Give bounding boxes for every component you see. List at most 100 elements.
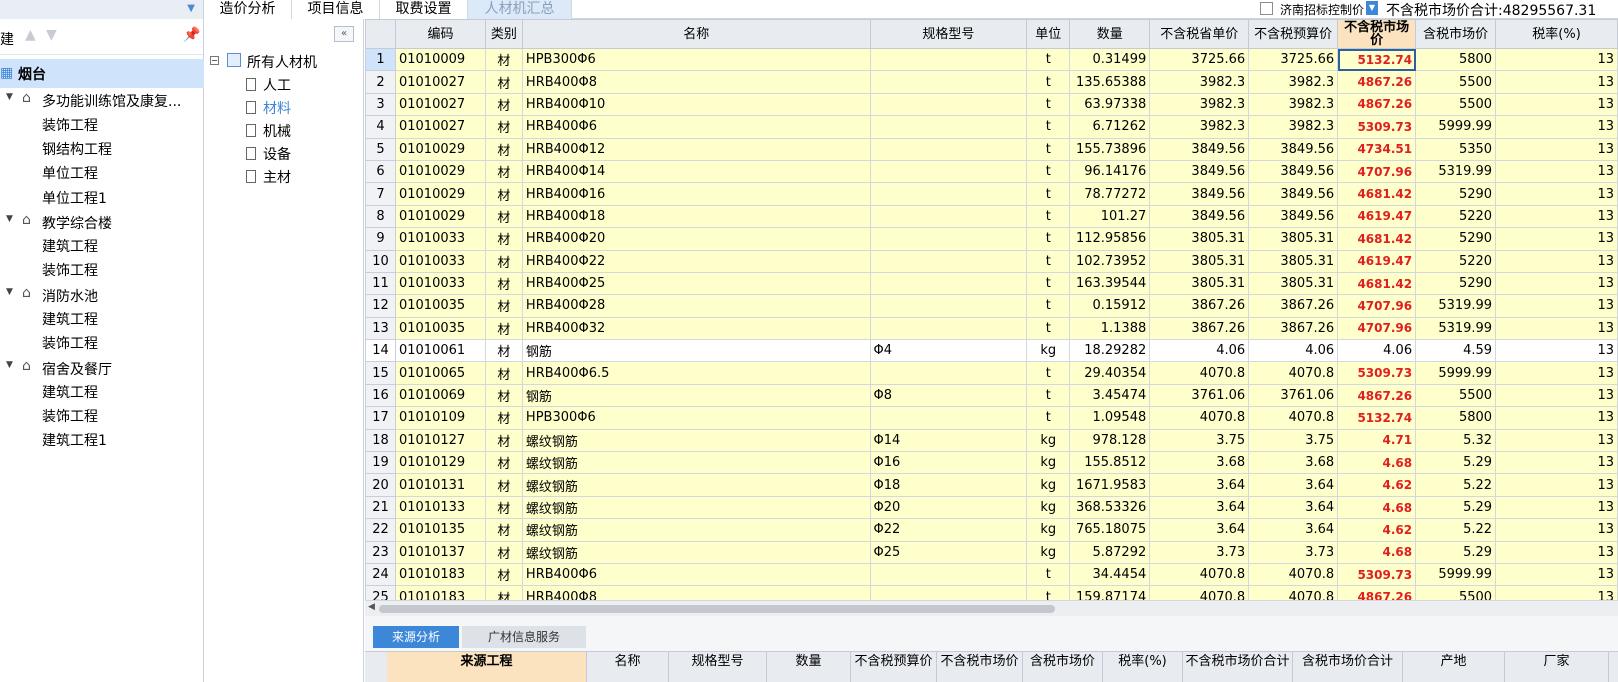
table-cell[interactable]: kg — [1026, 473, 1071, 497]
table-cell[interactable]: 材 — [484, 339, 523, 363]
row-number[interactable]: 3 — [365, 92, 396, 117]
table-cell[interactable]: 34.4454 — [1069, 562, 1151, 587]
table-row[interactable]: 24 01010183 材 HRB400Φ6 t 34.4454 4070.8 4070.8 5… — [365, 562, 1618, 587]
table-cell[interactable]: 3805.31 — [1248, 249, 1339, 273]
bottom-column-header[interactable]: 规格型号 — [669, 652, 767, 682]
table-row[interactable]: 18 01010127 材螺纹钢筋 Φ14 kg 978.128 3.75 3.75 4.71 5… — [365, 428, 1618, 453]
table-cell[interactable]: HRB400Φ25 — [521, 271, 871, 296]
column-header[interactable]: 类别 — [484, 19, 523, 49]
table-cell[interactable]: 3.64 — [1149, 518, 1250, 542]
table-cell[interactable]: 4707.96 — [1337, 159, 1417, 184]
table-cell[interactable]: 368.53326 — [1069, 495, 1151, 520]
table-cell[interactable]: 4.06 — [1248, 339, 1339, 363]
table-cell[interactable]: 5290 — [1415, 182, 1497, 206]
table-cell[interactable]: 螺纹钢筋 — [521, 495, 871, 520]
table-row[interactable]: 8 01010029 材 HRB400Φ18 t 101.27 3849.56 3849.56… — [365, 204, 1618, 229]
table-cell[interactable]: 3.68 — [1248, 451, 1339, 475]
table-cell[interactable]: 5.22 — [1415, 518, 1497, 542]
table-cell[interactable]: 3805.31 — [1149, 271, 1250, 296]
table-cell[interactable]: 13 — [1495, 339, 1618, 363]
row-number[interactable]: 18 — [365, 428, 396, 453]
column-header[interactable]: 数量 — [1069, 19, 1151, 49]
price-control-checkbox[interactable] — [1260, 2, 1273, 15]
tab-project-info[interactable]: 项目信息 — [292, 0, 380, 19]
table-cell[interactable]: kg — [1026, 518, 1071, 542]
bottom-column-header[interactable]: 不含税预算价 — [851, 652, 937, 682]
table-cell[interactable] — [869, 227, 1028, 251]
table-cell[interactable]: 3.45474 — [1069, 383, 1151, 408]
table-cell[interactable]: 63.97338 — [1069, 92, 1151, 117]
table-cell[interactable] — [869, 316, 1028, 341]
table-cell[interactable]: 155.8512 — [1069, 451, 1151, 475]
table-cell[interactable]: 01010027 — [394, 70, 486, 94]
table-cell[interactable]: 13 — [1495, 115, 1618, 139]
table-cell[interactable]: 5500 — [1415, 92, 1497, 117]
project-leaf[interactable]: 建筑工程1 — [42, 430, 107, 454]
table-cell[interactable]: t — [1026, 227, 1071, 251]
table-cell[interactable]: 4867.26 — [1337, 585, 1417, 600]
table-cell[interactable]: HRB400Φ6 — [521, 115, 871, 139]
table-cell[interactable]: 1671.9583 — [1069, 473, 1151, 497]
table-cell[interactable]: 材 — [484, 92, 523, 117]
table-cell[interactable]: 3849.56 — [1248, 204, 1339, 229]
project-leaf[interactable]: 装饰工程 — [42, 406, 98, 430]
table-cell[interactable]: 4.71 — [1337, 428, 1417, 453]
table-cell[interactable]: 5999.99 — [1415, 562, 1497, 587]
column-header[interactable]: 名称 — [521, 19, 871, 49]
bottom-column-header[interactable]: 含税市场价合计 — [1293, 652, 1403, 682]
table-cell[interactable]: 5999.99 — [1415, 115, 1497, 139]
row-number[interactable]: 21 — [365, 495, 396, 520]
table-cell[interactable]: 4681.42 — [1337, 227, 1417, 251]
table-cell[interactable]: Φ4 — [869, 339, 1028, 363]
table-cell[interactable]: 01010029 — [394, 204, 486, 229]
table-cell[interactable]: 01010133 — [394, 495, 486, 520]
table-cell[interactable]: 01010069 — [394, 383, 486, 408]
bottom-column-header[interactable]: 不含税市场价 — [937, 652, 1023, 682]
table-cell[interactable]: 3867.26 — [1149, 316, 1250, 341]
table-cell[interactable]: 4070.8 — [1248, 562, 1339, 587]
table-cell[interactable]: 螺纹钢筋 — [521, 428, 871, 453]
expand-icon[interactable]: ▼ — [6, 287, 13, 297]
table-cell[interactable]: 13 — [1495, 249, 1618, 273]
row-number[interactable]: 20 — [365, 473, 396, 497]
project-group[interactable]: ▼ ⌂ 消防水池 — [0, 284, 204, 308]
table-cell[interactable]: 13 — [1495, 92, 1618, 117]
table-row[interactable]: 22 01010135 材螺纹钢筋 Φ22 kg 765.18075 3.64 3.64 4.6… — [365, 518, 1618, 542]
table-cell[interactable]: 155.73896 — [1069, 137, 1151, 161]
table-cell[interactable]: Φ16 — [869, 451, 1028, 475]
table-cell[interactable] — [869, 294, 1028, 318]
table-cell[interactable]: 01010129 — [394, 451, 486, 475]
project-leaf[interactable]: 装饰工程 — [42, 333, 98, 357]
table-cell[interactable]: 13 — [1495, 428, 1618, 453]
table-cell[interactable]: 5309.73 — [1337, 562, 1417, 587]
table-cell[interactable]: 3.64 — [1248, 473, 1339, 497]
table-cell[interactable] — [869, 271, 1028, 296]
table-cell[interactable]: 4867.26 — [1337, 383, 1417, 408]
table-cell[interactable] — [869, 70, 1028, 94]
row-number[interactable]: 2 — [365, 70, 396, 94]
table-cell[interactable]: 4070.8 — [1248, 585, 1339, 600]
row-number[interactable]: 15 — [365, 361, 396, 385]
column-header[interactable] — [365, 19, 396, 49]
row-number[interactable]: 4 — [365, 115, 396, 139]
table-cell[interactable]: HRB400Φ20 — [521, 227, 871, 251]
table-cell[interactable]: 4.59 — [1415, 339, 1497, 363]
table-row[interactable]: 3 01010027 材 HRB400Φ10 t 63.97338 3982.3 3982.3… — [365, 92, 1618, 117]
table-cell[interactable]: 材 — [484, 585, 523, 600]
table-cell[interactable]: 13 — [1495, 47, 1618, 72]
table-cell[interactable]: t — [1026, 562, 1071, 587]
table-cell[interactable]: 材 — [484, 271, 523, 296]
table-cell[interactable]: 13 — [1495, 316, 1618, 341]
table-row[interactable]: 2 01010027 材 HRB400Φ8 t 135.65388 3982.3 3982.3… — [365, 70, 1618, 94]
table-cell[interactable]: 01010065 — [394, 361, 486, 385]
table-cell[interactable]: 3.68 — [1149, 451, 1250, 475]
table-cell[interactable]: 3849.56 — [1149, 137, 1250, 161]
table-cell[interactable]: t — [1026, 182, 1071, 206]
table-cell[interactable]: HRB400Φ14 — [521, 159, 871, 184]
table-cell[interactable]: 3.75 — [1149, 428, 1250, 453]
table-cell[interactable]: 13 — [1495, 137, 1618, 161]
bottom-column-header[interactable]: 产地 — [1403, 652, 1505, 682]
table-cell[interactable]: 13 — [1495, 518, 1618, 542]
table-cell[interactable]: 材 — [484, 159, 523, 184]
project-root[interactable]: ▦ 烟台 — [0, 59, 204, 88]
